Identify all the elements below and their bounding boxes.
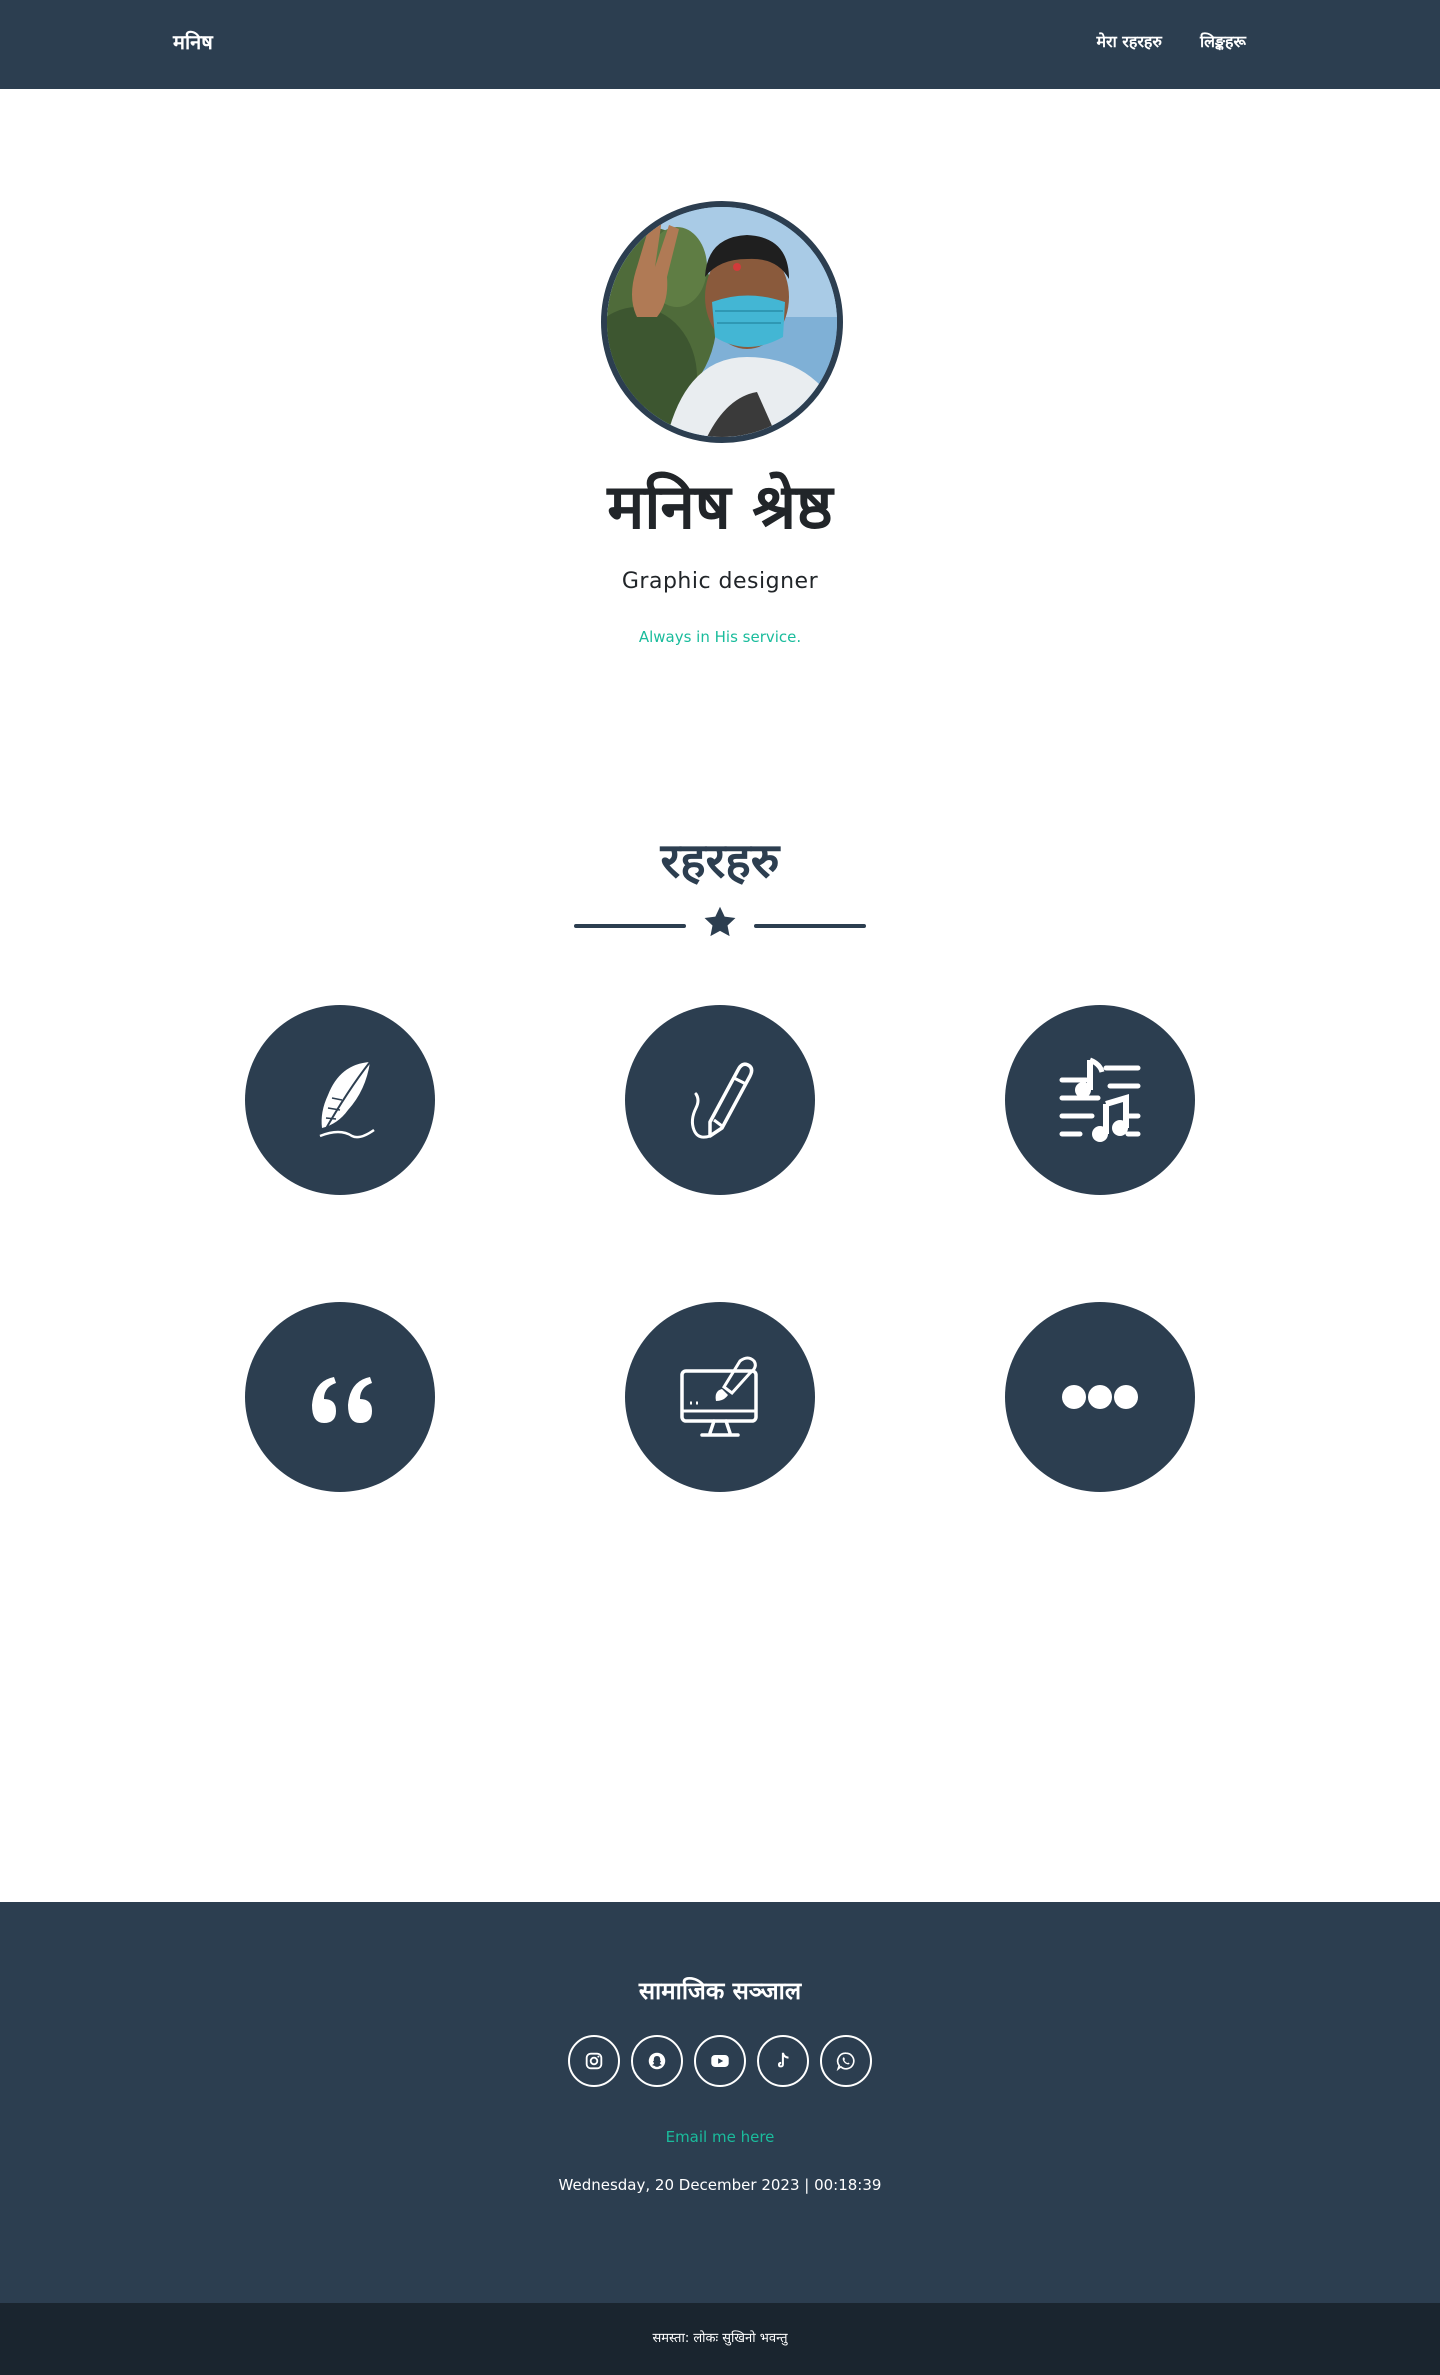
snapchat-button[interactable] — [631, 2035, 683, 2087]
divider-line — [574, 924, 686, 928]
youtube-button[interactable] — [694, 2035, 746, 2087]
section-divider — [574, 904, 866, 944]
hobby-more-button[interactable] — [1005, 1302, 1195, 1492]
top-navbar: मनिष मेरा रहरहरु लिङ्कहरू — [0, 0, 1440, 89]
avatar — [601, 201, 843, 443]
hero-title: Graphic designer — [621, 569, 819, 594]
hobby-drawing-button[interactable] — [625, 1005, 815, 1195]
footer: सामाजिक सञ्जाल Email me here Wednesday, … — [0, 1902, 1440, 2303]
nav-link-links[interactable]: लिङ्कहरू — [1200, 30, 1246, 54]
tiktok-button[interactable] — [757, 2035, 809, 2087]
hobby-writing-button[interactable] — [245, 1005, 435, 1195]
hero-tagline: Always in His service. — [638, 628, 802, 646]
brand-link[interactable]: मनिष — [173, 27, 213, 57]
social-links — [568, 2035, 872, 2087]
tiktok-icon — [777, 2052, 789, 2068]
footer-heading: सामाजिक सञ्जाल — [638, 1977, 802, 2005]
avatar-image — [607, 207, 837, 437]
hobbies-heading: रहरहरु — [660, 833, 780, 889]
divider-line — [754, 924, 866, 928]
hobby-quotes-button[interactable] — [245, 1302, 435, 1492]
instagram-button[interactable] — [568, 2035, 620, 2087]
feather-icon — [319, 1061, 375, 1139]
hobby-music-button[interactable] — [1005, 1005, 1195, 1195]
email-link[interactable]: Email me here — [0, 2126, 1440, 2148]
copyright-bar: समस्ता: लोकः सुखिनो भवन्तु — [0, 2303, 1440, 2375]
hero-section: मनिष श्रेष्ठ Graphic designer Always in … — [0, 89, 1440, 749]
hobby-digital-art-button[interactable] — [625, 1302, 815, 1492]
snapchat-icon — [648, 2052, 666, 2070]
computer-paint-icon — [680, 1356, 758, 1437]
music-icon — [1059, 1057, 1141, 1142]
whatsapp-icon — [836, 2052, 855, 2072]
quote-icon — [312, 1377, 372, 1423]
nav-links: मेरा रहरहरु लिङ्कहरू — [1096, 30, 1246, 54]
youtube-icon — [711, 2055, 729, 2067]
ellipsis-icon — [1062, 1385, 1138, 1409]
nav-link-hobbies[interactable]: मेरा रहरहरु — [1096, 30, 1161, 54]
whatsapp-button[interactable] — [820, 2035, 872, 2087]
star-icon — [704, 906, 736, 937]
hero-name: मनिष श्रेष्ठ — [607, 470, 833, 543]
datetime-display: Wednesday, 20 December 2023 | 00:18:39 — [558, 2176, 882, 2194]
pencil-icon — [690, 1062, 754, 1139]
instagram-icon — [585, 2052, 603, 2070]
